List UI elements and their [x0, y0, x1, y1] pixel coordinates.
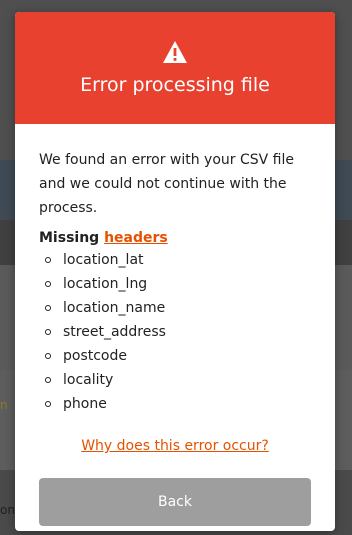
- modal-title: Error processing file: [80, 74, 270, 96]
- back-button[interactable]: Back: [39, 478, 311, 526]
- list-item: location_lng: [45, 272, 311, 296]
- list-item: street_address: [45, 320, 311, 344]
- missing-headers-list: location_lat location_lng location_name …: [39, 248, 311, 416]
- list-item: location_lat: [45, 248, 311, 272]
- missing-headers-label: Missing headers: [39, 230, 311, 246]
- missing-label: Missing: [39, 230, 100, 246]
- modal-body: We found an error with your CSV file and…: [15, 124, 335, 526]
- background-text-fragment: n: [0, 398, 8, 412]
- error-message: We found an error with your CSV file and…: [39, 152, 295, 216]
- modal-header: Error processing file: [15, 12, 335, 124]
- headers-link[interactable]: headers: [104, 230, 168, 246]
- warning-icon: [163, 41, 187, 63]
- list-item: locality: [45, 368, 311, 392]
- background-text-fragment: on: [0, 503, 15, 517]
- list-item: postcode: [45, 344, 311, 368]
- list-item: phone: [45, 392, 311, 416]
- list-item: location_name: [45, 296, 311, 320]
- why-error-link[interactable]: Why does this error occur?: [39, 438, 311, 454]
- error-modal: Error processing file We found an error …: [15, 12, 335, 531]
